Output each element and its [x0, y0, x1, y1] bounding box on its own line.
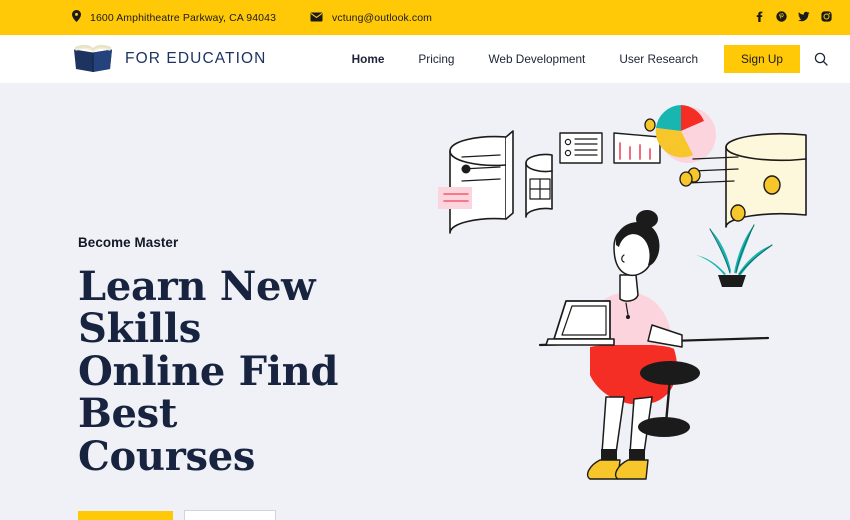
nav-item-user-research[interactable]: User Research	[602, 35, 715, 83]
coin-top	[644, 118, 656, 132]
social-links	[754, 9, 832, 27]
pinterest-icon[interactable]	[776, 9, 787, 27]
hero-copy: Become Master Learn New Skills Online Fi…	[78, 235, 408, 520]
get-a-quote-button[interactable]: Get A Quote	[78, 510, 174, 520]
top-contact-bar: 1600 Amphitheatre Parkway, CA 94043 vctu…	[0, 0, 850, 35]
brand-logo[interactable]: FOR EDUCATION	[72, 41, 266, 78]
address-text: 1600 Amphitheatre Parkway, CA 94043	[90, 11, 277, 24]
open-book-icon	[72, 41, 114, 78]
hero-section: Become Master Learn New Skills Online Fi…	[0, 83, 850, 520]
coin-left	[679, 171, 693, 187]
nav-item-pricing[interactable]: Pricing	[401, 35, 471, 83]
brand-name: FOR EDUCATION	[125, 50, 267, 67]
headline-line-1: Learn New Skills	[78, 263, 316, 353]
hero-eyebrow: Become Master	[78, 235, 179, 250]
left-curved-panel	[438, 130, 514, 234]
laptop	[545, 300, 615, 346]
headline-line-2: Online Find Best	[78, 347, 339, 438]
contact-info-group: 1600 Amphitheatre Parkway, CA 94043 vctu…	[72, 9, 432, 27]
hero-cta-row: Get A Quote Read more	[78, 509, 408, 520]
desk-accent	[614, 349, 670, 359]
email-text[interactable]: vctung@outlook.com	[332, 12, 432, 24]
twitter-icon[interactable]	[798, 9, 810, 27]
pie-chart	[655, 105, 716, 163]
hero-illustration	[438, 97, 818, 517]
envelope-icon	[310, 9, 323, 27]
main-navigation: Home Pricing Web Development User Resear…	[335, 35, 832, 83]
address-item: 1600 Amphitheatre Parkway, CA 94043	[72, 9, 276, 27]
site-header: FOR EDUCATION Home Pricing Web Developme…	[0, 35, 850, 83]
hero-headline: Learn New Skills Online Find Best Course…	[78, 263, 408, 480]
potted-plant	[696, 224, 773, 287]
checklist-card	[559, 132, 603, 164]
search-icon[interactable]	[814, 52, 828, 66]
read-more-button[interactable]: Read more	[184, 509, 276, 520]
nav-item-web-development[interactable]: Web Development	[471, 35, 602, 83]
landing-page: 1600 Amphitheatre Parkway, CA 94043 vctu…	[0, 0, 850, 520]
headline-line-3: Courses	[78, 432, 256, 480]
instagram-icon[interactable]	[821, 9, 832, 27]
email-item[interactable]: vctung@outlook.com	[310, 9, 432, 27]
bar-chart-card	[613, 132, 661, 164]
nav-item-home[interactable]: Home	[335, 35, 402, 83]
sign-up-button[interactable]: Sign Up	[724, 45, 800, 73]
grid-panel	[525, 153, 553, 218]
facebook-icon[interactable]	[754, 9, 765, 27]
map-pin-icon	[72, 9, 81, 27]
